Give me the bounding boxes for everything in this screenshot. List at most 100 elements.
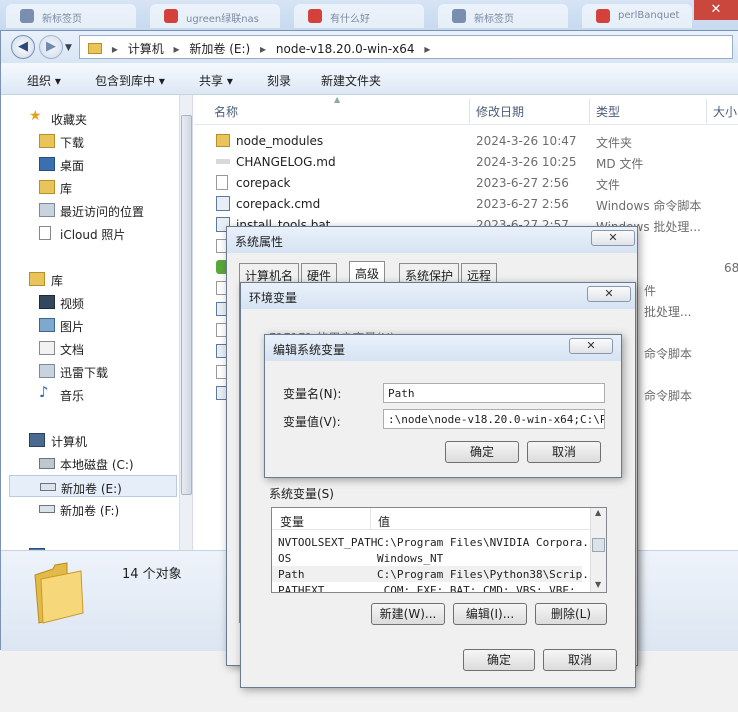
- delete-variable-button[interactable]: 删除(L): [535, 603, 607, 625]
- column-divider[interactable]: [370, 508, 371, 530]
- address-bar-area: ◀ ▶ ▼ ▸ 计算机 ▸ 新加卷 (E:) ▸ node-v18.20.0-w…: [1, 31, 738, 63]
- variable-name-field[interactable]: Path: [383, 383, 605, 403]
- include-in-library-menu[interactable]: 包含到库中 ▾: [95, 72, 165, 89]
- system-vars-list[interactable]: 变量 值 NVTOOLSEXT_PATH C:\Program Files\NVI…: [271, 507, 607, 593]
- address-box[interactable]: ▸ 计算机 ▸ 新加卷 (E:) ▸ node-v18.20.0-win-x64…: [79, 35, 733, 59]
- column-divider[interactable]: [706, 99, 707, 123]
- sidebar-scrollbar[interactable]: [179, 95, 192, 550]
- hard-drive-icon: [39, 458, 55, 469]
- browser-tab-label: 新标签页: [474, 14, 514, 25]
- cancel-button[interactable]: 取消: [527, 441, 601, 463]
- list-item[interactable]: OS Windows_NT: [272, 550, 582, 566]
- downloads-folder-icon: [39, 134, 55, 148]
- table-row[interactable]: corepack 2023-6-27 2:56 文件: [194, 172, 738, 193]
- cancel-button[interactable]: 取消: [543, 649, 617, 671]
- variable-value: C:\Program Files\NVIDIA Corpora...: [377, 536, 587, 549]
- scrollbar-thumb[interactable]: [181, 115, 192, 495]
- variable-value: Windows_NT: [377, 552, 444, 565]
- dialog-title-text: 环境变量: [249, 291, 298, 305]
- column-date-header[interactable]: 修改日期: [476, 103, 524, 120]
- close-button[interactable]: ✕: [569, 338, 613, 354]
- column-variable-header[interactable]: 变量: [280, 513, 304, 530]
- close-button[interactable]: ✕: [591, 230, 635, 246]
- browser-tab[interactable]: perlBanquet: [582, 4, 692, 28]
- table-row[interactable]: node_modules 2024-3-26 10:47 文件夹: [194, 130, 738, 151]
- column-name-header[interactable]: 名称: [214, 103, 238, 120]
- pictures-icon: [39, 318, 55, 332]
- table-row[interactable]: corepack.cmd 2023-6-27 2:56 Windows 命令脚本: [194, 193, 738, 214]
- breadcrumb-node-folder[interactable]: node-v18.20.0-win-x64: [276, 42, 415, 56]
- sidebar-item-libraries[interactable]: 库: [1, 268, 179, 290]
- tab-advanced[interactable]: 高级: [349, 261, 386, 283]
- scroll-up-icon[interactable]: ▲: [595, 508, 601, 517]
- new-variable-button[interactable]: 新建(W)...: [371, 603, 445, 625]
- sidebar-item-label: 桌面: [60, 159, 85, 173]
- burn-button[interactable]: 刻录: [267, 72, 291, 89]
- variable-value-field[interactable]: :\node\node-v18.20.0-win-x64;C:\Pro: [383, 409, 605, 429]
- column-value-header[interactable]: 值: [378, 513, 390, 530]
- sidebar-item-documents[interactable]: 文档: [1, 337, 179, 359]
- list-item-selected[interactable]: Path C:\Program Files\Python38\Scrip...: [272, 566, 587, 582]
- table-row[interactable]: CHANGELOG.md 2024-3-26 10:25 MD 文件: [194, 151, 738, 172]
- sidebar-item-recent[interactable]: 最近访问的位置: [1, 199, 179, 221]
- list-item[interactable]: NVTOOLSEXT_PATH C:\Program Files\NVIDIA C…: [272, 534, 587, 550]
- breadcrumb-computer[interactable]: 计算机: [128, 42, 164, 56]
- browser-tab-label: 有什么好: [330, 14, 370, 25]
- browser-tab[interactable]: 新标签页: [438, 4, 568, 28]
- sidebar-item-label: 文档: [60, 343, 85, 357]
- blank-file-icon: [216, 175, 228, 190]
- column-divider[interactable]: [589, 99, 590, 123]
- ok-button[interactable]: 确定: [445, 441, 519, 463]
- sidebar-item-downloads[interactable]: 下载: [1, 130, 179, 152]
- tab-favicon-icon: [308, 9, 322, 23]
- sidebar-item-library[interactable]: 库: [1, 176, 179, 198]
- tab-remote[interactable]: 远程: [461, 263, 498, 283]
- variable-name: PATHEXT: [278, 584, 325, 592]
- sidebar-item-thunder-downloads[interactable]: 迅雷下载: [1, 360, 179, 382]
- browser-tab-strip: 新标签页 ugreen绿联nas 有什么好 新标签页 perlBanquet ✕: [0, 0, 738, 30]
- sidebar-item-drive-e[interactable]: 新加卷 (E:): [9, 475, 177, 497]
- window-close-button[interactable]: ✕: [694, 0, 738, 20]
- tab-system-protection[interactable]: 系统保护: [399, 263, 460, 283]
- list-scrollbar[interactable]: ▲ ▼: [590, 508, 606, 592]
- dialog-title: 系统属性: [227, 227, 637, 253]
- history-dropdown-icon[interactable]: ▼: [65, 43, 72, 53]
- sidebar-item-computer[interactable]: 计算机: [1, 429, 179, 451]
- sidebar-item-drive-c[interactable]: 本地磁盘 (C:): [1, 452, 179, 474]
- sidebar-item-label: 新加卷 (E:): [61, 482, 122, 496]
- sidebar-item-pictures[interactable]: 图片: [1, 314, 179, 336]
- file-date: 2023-6-27 2:56: [476, 176, 569, 190]
- sidebar-item-icloud-photos[interactable]: iCloud 照片: [1, 222, 179, 244]
- back-button[interactable]: ◀: [11, 35, 35, 59]
- browser-tab[interactable]: 有什么好: [294, 4, 424, 28]
- list-item[interactable]: PATHEXT .COM;.EXE;.BAT;.CMD;.VBS;.VBE;...: [272, 582, 582, 592]
- tab-hardware[interactable]: 硬件: [301, 263, 338, 283]
- column-divider[interactable]: [469, 99, 470, 123]
- new-folder-button[interactable]: 新建文件夹: [321, 72, 381, 89]
- sidebar-item-music[interactable]: ♪ 音乐: [1, 383, 179, 405]
- video-icon: [39, 295, 55, 309]
- variable-name-label: 变量名(N):: [283, 387, 342, 401]
- share-menu[interactable]: 共享 ▾: [199, 72, 233, 89]
- hard-drive-icon: [40, 483, 56, 491]
- sidebar-item-favorites[interactable]: ★ 收藏夹: [1, 107, 179, 129]
- close-button[interactable]: ✕: [587, 286, 631, 302]
- browser-tab-label: ugreen绿联nas: [186, 14, 259, 25]
- scrollbar-thumb[interactable]: [592, 538, 605, 552]
- ok-button[interactable]: 确定: [463, 649, 535, 671]
- column-size-header[interactable]: 大小: [713, 103, 737, 120]
- column-type-header[interactable]: 类型: [596, 103, 620, 120]
- browser-tab[interactable]: 新标签页: [6, 4, 136, 28]
- scroll-down-icon[interactable]: ▼: [595, 580, 601, 589]
- sidebar-item-desktop[interactable]: 桌面: [1, 153, 179, 175]
- forward-button[interactable]: ▶: [39, 35, 63, 59]
- organize-menu[interactable]: 组织 ▾: [27, 72, 61, 89]
- sidebar-item-label: 库: [51, 274, 64, 288]
- sidebar-item-drive-f[interactable]: 新加卷 (F:): [1, 498, 179, 520]
- edit-system-variable-dialog: 编辑系统变量 ✕ 变量名(N): Path 变量值(V): :\node\nod…: [264, 334, 622, 478]
- sidebar-item-videos[interactable]: 视频: [1, 291, 179, 313]
- breadcrumb-drive-e[interactable]: 新加卷 (E:): [189, 42, 250, 56]
- edit-variable-button[interactable]: 编辑(I)...: [453, 603, 527, 625]
- tab-computer-name[interactable]: 计算机名: [239, 263, 300, 283]
- browser-tab[interactable]: ugreen绿联nas: [150, 4, 280, 28]
